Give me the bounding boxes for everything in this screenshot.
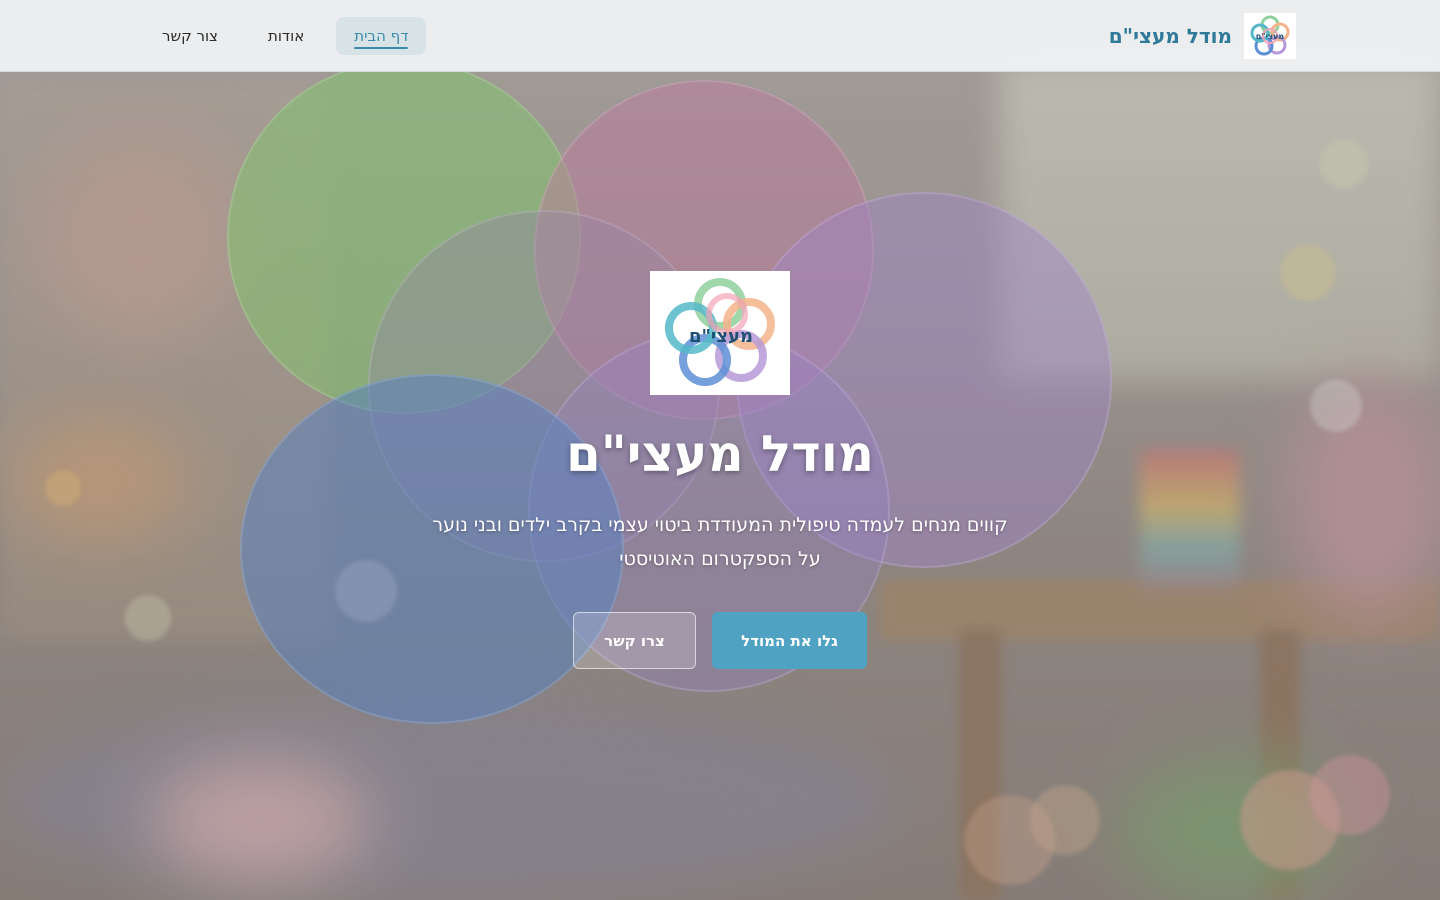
main-nav: דף הבית אודות צור קשר — [144, 16, 427, 55]
brand-logo[interactable]: מעצי"ם — [1244, 12, 1296, 59]
contact-button[interactable]: צרו קשר — [573, 612, 696, 669]
nav-home[interactable]: דף הבית — [336, 16, 427, 55]
nav-about[interactable]: אודות — [250, 17, 322, 55]
brand-logo-text: מעצי"ם — [1256, 32, 1285, 41]
hero-title: מודל מעצי"ם — [565, 425, 875, 483]
nav-contact[interactable]: צור קשר — [144, 17, 236, 55]
top-navbar: מעצי"ם מודל מעצי"ם דף הבית אודות צור קשר — [0, 0, 1440, 72]
rings-logo-icon: מעצי"ם — [1250, 15, 1290, 55]
brand-name[interactable]: מודל מעצי"ם — [1109, 24, 1232, 48]
hero-subtitle: קווים מנחים לעמדה טיפולית המעודדת ביטוי … — [432, 514, 1008, 570]
brand[interactable]: מעצי"ם מודל מעצי"ם — [1109, 12, 1296, 59]
rings-logo-icon: מעצי"ם — [665, 278, 775, 386]
hero-logo: מעצי"ם — [650, 271, 790, 395]
hero-logo-text: מעצי"ם — [689, 326, 753, 347]
discover-model-button[interactable]: גלו את המודל — [712, 612, 867, 669]
